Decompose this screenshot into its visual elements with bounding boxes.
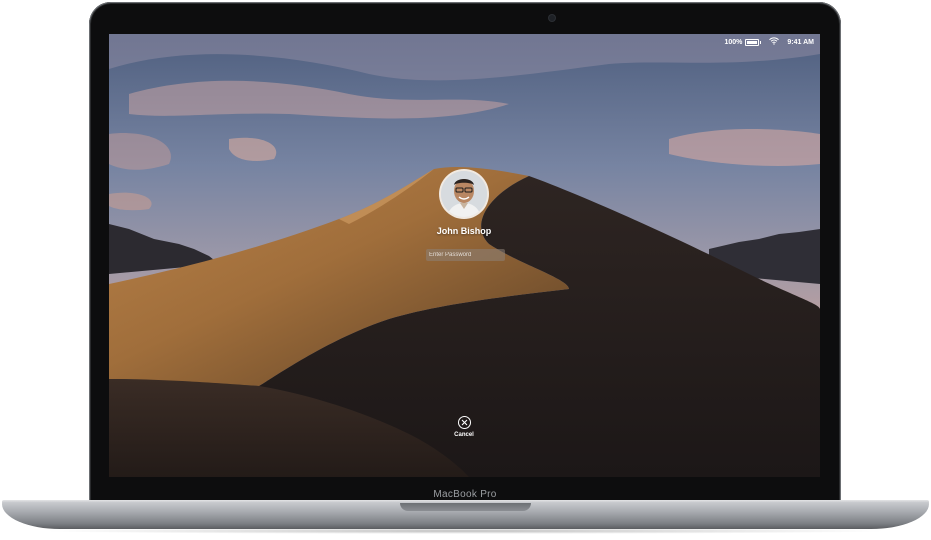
lid-opening-notch	[400, 503, 531, 511]
close-icon	[457, 416, 471, 429]
cancel-button[interactable]: Cancel	[444, 416, 484, 438]
login-window: John Bishop Cancel	[109, 34, 820, 477]
user-portrait-icon	[441, 171, 487, 217]
screen: 100% 9:41 AM John Bishop Cancel	[109, 34, 820, 477]
cancel-label: Cancel	[454, 432, 474, 438]
camera-icon	[549, 15, 555, 21]
password-field[interactable]	[426, 249, 505, 261]
user-avatar[interactable]	[441, 171, 487, 217]
model-label: MacBook Pro	[433, 489, 497, 500]
user-name: John Bishop	[436, 226, 492, 236]
